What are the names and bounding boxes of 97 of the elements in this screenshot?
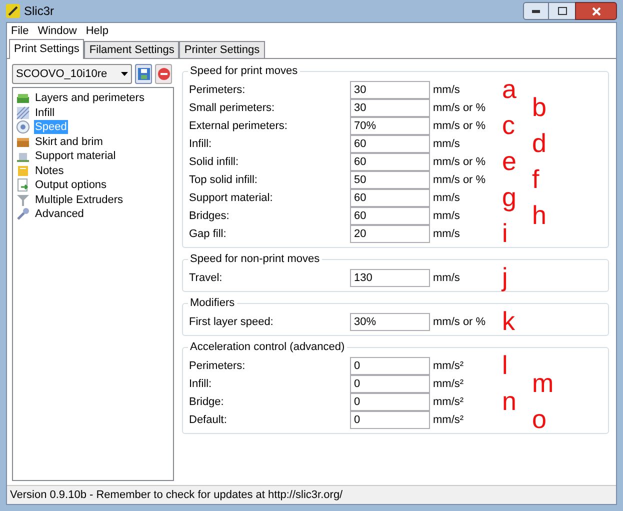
- maximize-icon: [558, 7, 566, 15]
- annotation-letter: e: [502, 147, 516, 175]
- input-field[interactable]: 60: [350, 207, 430, 225]
- annotation-letter: c: [502, 111, 515, 139]
- unit-label: mm/s: [433, 190, 460, 206]
- input-field[interactable]: 60: [350, 153, 430, 171]
- field-label: Perimeters:: [189, 358, 246, 374]
- unit-label: mm/s or %: [433, 314, 486, 330]
- input-field[interactable]: 0: [350, 375, 430, 393]
- annotation-letter: a: [502, 75, 516, 103]
- input-field[interactable]: 30%: [350, 313, 430, 331]
- tree-item[interactable]: Multiple Extruders: [34, 192, 124, 207]
- maximize-button[interactable]: [549, 2, 575, 20]
- minimize-icon: [532, 10, 540, 12]
- field-label: Perimeters:: [189, 82, 246, 98]
- unit-label: mm/s or %: [433, 118, 486, 134]
- unit-label: mm/s: [433, 82, 460, 98]
- unit-label: mm/s or %: [433, 172, 486, 188]
- menu-item[interactable]: Help: [86, 22, 108, 40]
- field-label: Bridge:: [189, 394, 225, 410]
- input-field[interactable]: 130: [350, 269, 430, 287]
- window-title: Slic3r: [24, 3, 54, 20]
- input-field[interactable]: 0: [350, 393, 430, 411]
- annotation-letter: g: [502, 183, 516, 211]
- minimize-button[interactable]: [523, 2, 549, 20]
- group-title: Speed for non-print moves: [188, 252, 322, 266]
- group-title: Speed for print moves: [188, 64, 300, 78]
- tree-item[interactable]: Notes: [34, 164, 65, 178]
- delete-button[interactable]: [155, 64, 172, 84]
- field-label: Travel:: [189, 270, 224, 286]
- wrench-icon: [16, 207, 30, 222]
- annotation-letter: o: [532, 405, 546, 433]
- unit-label: mm/s: [433, 226, 460, 242]
- tree-item[interactable]: Skirt and brim: [34, 134, 104, 149]
- menu-item[interactable]: File: [11, 22, 29, 40]
- caret-icon: [121, 72, 128, 76]
- field-label: Support material:: [189, 190, 274, 206]
- annotation-letter: l: [502, 351, 508, 379]
- hatched-square-icon: [16, 106, 30, 120]
- status-text: Version 0.9.10b - Remember to check for updates at http://slic3r.org/: [10, 488, 343, 503]
- tree-item[interactable]: Advanced: [34, 207, 85, 222]
- tab[interactable]: Filament Settings: [84, 41, 180, 58]
- annotation-letter: j: [502, 263, 508, 291]
- field-label: Top solid infill:: [189, 172, 258, 188]
- gauge-icon: [16, 120, 30, 134]
- tree-item[interactable]: Infill: [34, 106, 56, 120]
- tree-item[interactable]: Support material: [34, 149, 117, 164]
- input-field[interactable]: 30: [350, 81, 430, 99]
- input-field[interactable]: 0: [350, 357, 430, 375]
- field-label: Gap fill:: [189, 226, 228, 242]
- unit-label: mm/s or %: [433, 154, 486, 170]
- annotation-letter: h: [532, 201, 546, 229]
- unit-label: mm/s²: [433, 376, 464, 392]
- annotation-letter: d: [532, 129, 546, 157]
- tab[interactable]: Printer Settings: [179, 41, 265, 58]
- input-field[interactable]: 70%: [350, 117, 430, 135]
- input-field[interactable]: 60: [350, 135, 430, 153]
- input-field[interactable]: 30: [350, 99, 430, 117]
- input-field[interactable]: 50: [350, 171, 430, 189]
- annotation-letter: f: [532, 165, 540, 193]
- tab[interactable]: Print Settings: [9, 39, 84, 59]
- save-button[interactable]: [135, 64, 152, 84]
- unit-label: mm/s or %: [433, 100, 486, 116]
- field-label: First layer speed:: [189, 314, 274, 330]
- annotation-letter: n: [502, 387, 516, 415]
- field-label: Bridges:: [189, 208, 230, 224]
- annotation-letter: b: [532, 93, 546, 121]
- minus-circle-icon: [158, 68, 170, 80]
- annotation-letter: m: [532, 369, 554, 397]
- close-button[interactable]: [575, 2, 617, 20]
- annotation-letter: i: [502, 219, 508, 247]
- layers-icon: [16, 91, 30, 106]
- unit-label: mm/s: [433, 270, 460, 286]
- funnel-icon: [16, 192, 30, 207]
- unit-label: mm/s: [433, 136, 460, 152]
- field-label: Small perimeters:: [189, 100, 276, 116]
- unit-label: mm/s²: [433, 358, 464, 374]
- unit-label: mm/s²: [433, 412, 464, 428]
- field-label: Infill:: [189, 376, 213, 392]
- field-label: External perimeters:: [189, 118, 288, 134]
- input-field[interactable]: 20: [350, 225, 430, 243]
- field-label: Default:: [189, 412, 228, 428]
- tree-item[interactable]: Output options: [34, 178, 108, 192]
- unit-label: mm/s: [433, 208, 460, 224]
- input-field[interactable]: 60: [350, 189, 430, 207]
- unit-label: mm/s²: [433, 394, 464, 410]
- annotation-letter: k: [502, 307, 515, 335]
- group-title: Acceleration control (advanced): [188, 340, 347, 354]
- input-field[interactable]: 0: [350, 411, 430, 429]
- tree-item[interactable]: Layers and perimeters: [34, 91, 146, 106]
- close-icon: [592, 6, 600, 16]
- menu-item[interactable]: Window: [38, 22, 77, 40]
- app-logo-icon: [6, 4, 20, 18]
- note-icon: [16, 164, 30, 178]
- preset-dropdown[interactable]: SCOOVO_10i10re: [12, 64, 132, 84]
- field-label: Infill:: [189, 136, 213, 152]
- field-label: Solid infill:: [189, 154, 240, 170]
